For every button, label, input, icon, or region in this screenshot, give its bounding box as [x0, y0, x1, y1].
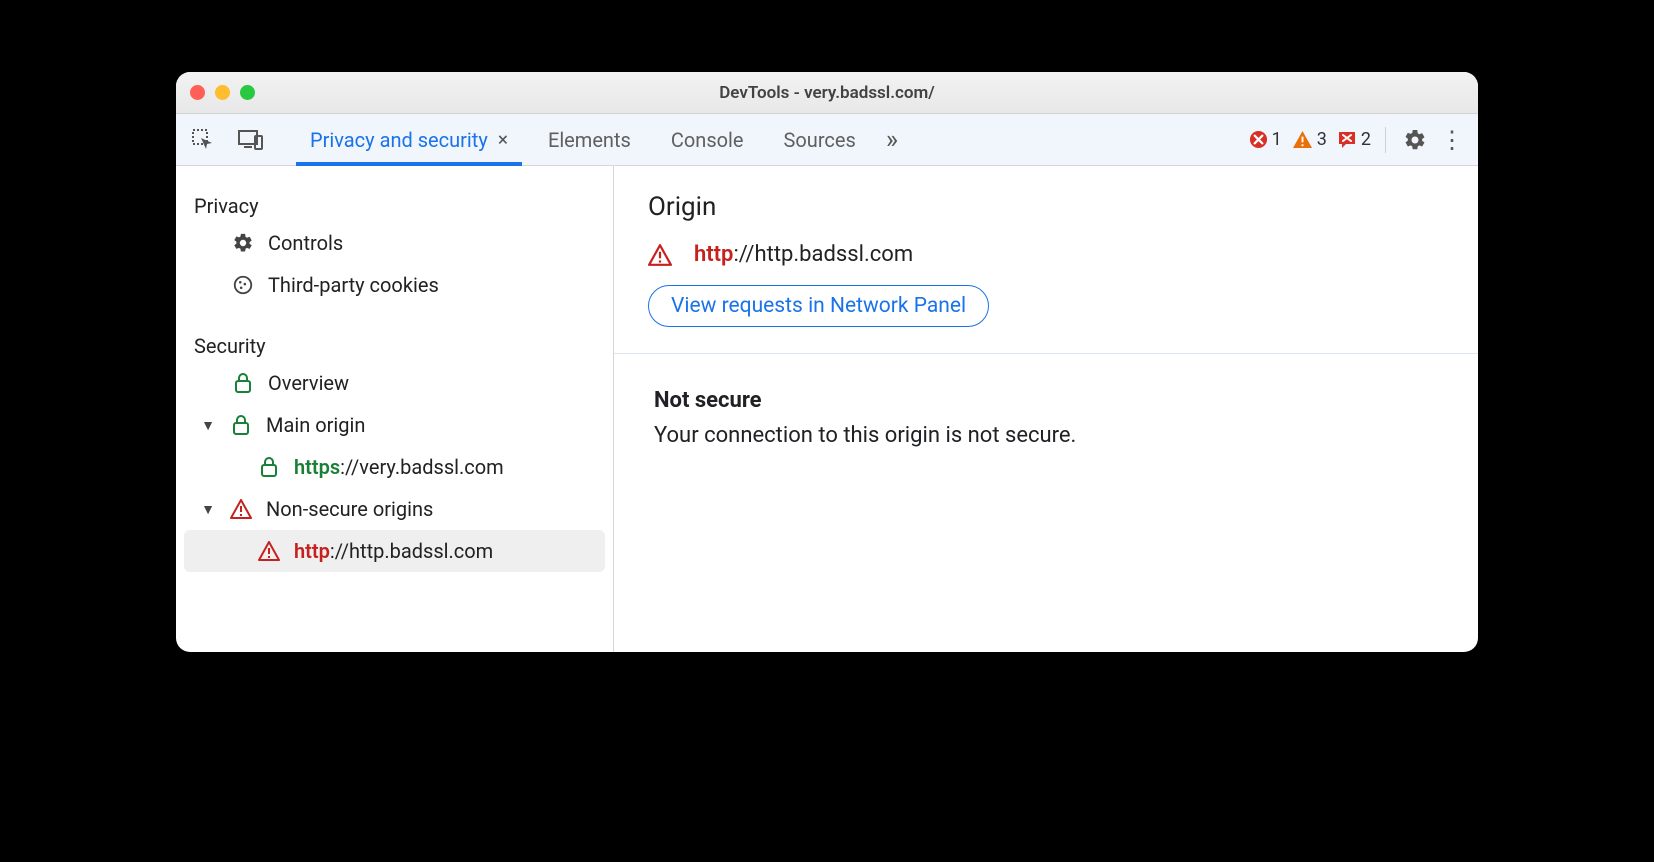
tab-sources[interactable]: Sources — [764, 114, 876, 165]
tab-privacy-and-security[interactable]: Privacy and security × — [290, 114, 528, 165]
url-scheme: http — [294, 539, 330, 563]
lock-icon — [256, 454, 282, 480]
section-heading-privacy: Privacy — [176, 184, 613, 222]
inspect-icon[interactable] — [188, 125, 218, 155]
not-secure-heading: Not secure — [654, 388, 1438, 413]
gear-icon[interactable] — [1400, 125, 1430, 155]
main-panel: Origin http://http.badssl.com View reque… — [614, 166, 1478, 652]
window-title: DevTools - very.badssl.com/ — [176, 83, 1478, 103]
status-counts[interactable]: 1 3 2 — [1249, 129, 1371, 150]
origin-line: http://http.badssl.com — [648, 242, 1444, 267]
toolbar: Privacy and security × Elements Console … — [176, 114, 1478, 166]
close-window-button[interactable] — [190, 85, 205, 100]
warning-icon — [1292, 130, 1313, 149]
warning-count-value: 3 — [1317, 129, 1327, 150]
devtools-window: DevTools - very.badssl.com/ Privacy and … — [176, 72, 1478, 652]
lock-icon — [228, 412, 254, 438]
more-tabs-button[interactable]: » — [876, 114, 908, 165]
warning-triangle-icon — [228, 496, 254, 522]
toolbar-divider — [1385, 127, 1386, 153]
error-icon — [1249, 130, 1268, 149]
sidebar-item-main-origin-url[interactable]: https://very.badssl.com — [176, 446, 613, 488]
sidebar-item-label: Controls — [268, 231, 343, 255]
tab-elements[interactable]: Elements — [528, 114, 651, 165]
tab-label: Console — [671, 128, 744, 152]
not-secure-body: Your connection to this origin is not se… — [654, 423, 1438, 448]
origin-url: http://http.badssl.com — [294, 539, 493, 563]
kebab-menu-icon[interactable]: ⋮ — [1436, 126, 1466, 154]
tab-label: Elements — [548, 128, 631, 152]
minimize-window-button[interactable] — [215, 85, 230, 100]
cookie-icon — [230, 272, 256, 298]
sidebar-item-non-secure-url[interactable]: http://http.badssl.com — [184, 530, 605, 572]
origin-heading: Origin — [648, 192, 1444, 222]
url-rest: ://http.badssl.com — [330, 539, 493, 563]
chevron-down-icon[interactable]: ▼ — [200, 501, 216, 518]
sidebar-item-label: Main origin — [266, 413, 365, 437]
warning-count[interactable]: 3 — [1292, 129, 1327, 150]
error-count[interactable]: 1 — [1249, 129, 1282, 150]
message-count[interactable]: 2 — [1337, 129, 1371, 150]
chevron-down-icon[interactable]: ▼ — [200, 417, 216, 434]
sidebar-item-controls[interactable]: Controls — [176, 222, 613, 264]
url-scheme: http — [694, 242, 733, 267]
gear-icon — [230, 230, 256, 256]
close-tab-icon[interactable]: × — [498, 128, 508, 151]
url-rest: ://very.badssl.com — [340, 455, 504, 479]
device-toggle-icon[interactable] — [236, 125, 266, 155]
sidebar-item-label: Overview — [268, 371, 349, 395]
sidebar-item-label: Non-secure origins — [266, 497, 433, 521]
maximize-window-button[interactable] — [240, 85, 255, 100]
url-rest: ://http.badssl.com — [733, 242, 913, 267]
warning-triangle-icon — [648, 244, 672, 266]
lock-icon — [230, 370, 256, 396]
sidebar-item-non-secure-origins[interactable]: ▼ Non-secure origins — [176, 488, 613, 530]
tab-label: Privacy and security — [310, 128, 488, 152]
origin-url: http://http.badssl.com — [694, 242, 913, 267]
origin-section: Origin http://http.badssl.com View reque… — [614, 166, 1478, 354]
window-controls — [190, 85, 255, 100]
tab-console[interactable]: Console — [651, 114, 764, 165]
sidebar-item-main-origin[interactable]: ▼ Main origin — [176, 404, 613, 446]
url-scheme: https — [294, 455, 340, 479]
message-count-value: 2 — [1361, 129, 1371, 150]
sidebar: Privacy Controls Third-party cookies Sec… — [176, 166, 614, 652]
tab-strip: Privacy and security × Elements Console … — [290, 114, 908, 165]
error-count-value: 1 — [1272, 129, 1282, 150]
section-heading-security: Security — [176, 324, 613, 362]
message-icon — [1337, 130, 1357, 150]
toolbar-left — [188, 125, 266, 155]
not-secure-section: Not secure Your connection to this origi… — [614, 354, 1478, 482]
sidebar-item-label: Third-party cookies — [268, 273, 439, 297]
warning-triangle-icon — [256, 538, 282, 564]
titlebar: DevTools - very.badssl.com/ — [176, 72, 1478, 114]
tab-label: Sources — [784, 128, 856, 152]
view-requests-button[interactable]: View requests in Network Panel — [648, 285, 989, 327]
content: Privacy Controls Third-party cookies Sec… — [176, 166, 1478, 652]
origin-url: https://very.badssl.com — [294, 455, 504, 479]
sidebar-item-overview[interactable]: Overview — [176, 362, 613, 404]
sidebar-item-cookies[interactable]: Third-party cookies — [176, 264, 613, 306]
